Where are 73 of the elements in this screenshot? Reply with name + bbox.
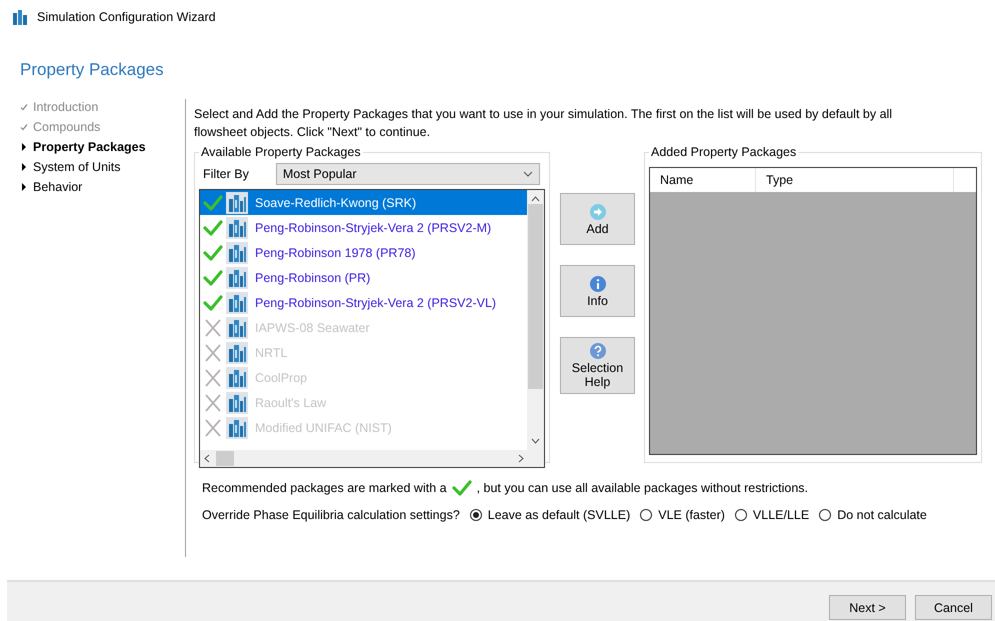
filter-label: Filter By xyxy=(203,167,249,181)
radio-circle[interactable] xyxy=(734,509,747,521)
scroll-thumb[interactable] xyxy=(216,451,234,466)
note-text: , but you can use all available packages without restrictions. xyxy=(476,481,808,495)
vertical-scrollbar[interactable] xyxy=(527,190,544,450)
triangle-icon xyxy=(20,143,28,151)
radio-button[interactable]: VLE (faster) xyxy=(640,508,725,522)
cross-icon xyxy=(203,344,223,362)
caret-icon xyxy=(522,171,533,177)
wizard-step[interactable]: Property Packages xyxy=(20,139,185,155)
add-button[interactable]: Add xyxy=(560,193,635,245)
radio-button[interactable]: Leave as default (SVLLE) xyxy=(470,508,630,522)
filter-dropdown[interactable]: Most Popular xyxy=(276,163,540,185)
group-label: Added Property Packages xyxy=(650,145,798,159)
column-header[interactable]: Name xyxy=(650,168,756,192)
caret-up-icon[interactable] xyxy=(531,196,540,202)
option-label: Override Phase Equilibria calculation settings? xyxy=(202,508,460,522)
description-text: Select and Add the Property Packages that you want to use in your simulation. The first on the list will be used by default by all flowsheet objects. Click "Next" to continue. xyxy=(194,106,894,141)
tower-icon xyxy=(226,266,248,288)
help-icon xyxy=(588,342,606,360)
caret-down-icon[interactable] xyxy=(531,438,540,444)
check-icon xyxy=(203,194,223,212)
package-row[interactable]: Peng-Robinson-Stryjek-Vera 2 (PRSV2-M) xyxy=(200,215,527,240)
cross-icon xyxy=(203,318,223,336)
check-icon xyxy=(20,103,28,111)
column-header[interactable]: Type xyxy=(756,168,954,192)
package-row[interactable]: Soave-Redlich-Kwong (SRK) xyxy=(200,190,527,215)
info-icon xyxy=(588,274,606,292)
cross-icon xyxy=(203,368,223,386)
info-button[interactable]: Info xyxy=(560,265,635,317)
footer-button[interactable]: Cancel xyxy=(915,595,992,620)
tower-icon xyxy=(226,316,248,338)
app-icon xyxy=(12,9,28,25)
check-icon xyxy=(452,479,472,497)
triangle-icon xyxy=(20,183,28,191)
radio-circle[interactable] xyxy=(640,509,652,521)
package-row[interactable]: Peng-Robinson-Stryjek-Vera 2 (PRSV2-VL) xyxy=(200,290,527,315)
check-icon xyxy=(203,244,223,262)
package-row[interactable]: Peng-Robinson (PR) xyxy=(200,265,527,290)
group-label: Available Property Packages xyxy=(200,145,362,159)
page-heading: Property Packages xyxy=(20,60,165,80)
footer-button[interactable]: Next > xyxy=(829,595,906,620)
radio-circle[interactable] xyxy=(470,509,482,521)
tower-icon xyxy=(226,216,248,238)
cross-icon xyxy=(203,394,223,412)
caret-right-icon[interactable] xyxy=(518,454,524,463)
radio-button[interactable]: VLLE/LLE xyxy=(734,508,810,522)
help-button[interactable]: Selection Help xyxy=(560,337,635,394)
tower-icon xyxy=(226,192,248,214)
tower-icon xyxy=(226,416,248,438)
package-row[interactable]: Peng-Robinson 1978 (PR78) xyxy=(200,240,527,265)
tower-icon xyxy=(226,342,248,364)
tower-icon xyxy=(226,392,248,414)
wizard-step[interactable]: System of Units xyxy=(20,159,185,175)
radio-circle[interactable] xyxy=(819,509,832,521)
horizontal-scrollbar[interactable] xyxy=(200,450,544,467)
check-icon xyxy=(203,218,223,236)
package-list[interactable] xyxy=(199,189,545,468)
caret-left-icon[interactable] xyxy=(204,454,210,463)
added-packages-table[interactable]: Name Type xyxy=(649,167,977,455)
triangle-icon xyxy=(20,163,28,171)
check-icon xyxy=(203,268,223,286)
radio-button[interactable]: Do not calculate xyxy=(819,508,927,522)
check-icon xyxy=(20,123,28,131)
tower-icon xyxy=(226,292,248,314)
tower-icon xyxy=(226,366,248,388)
scroll-thumb[interactable] xyxy=(528,204,543,389)
note-text: Recommended packages are marked with a xyxy=(202,481,447,495)
window-title: Simulation Configuration Wizard xyxy=(37,10,216,24)
cross-icon xyxy=(203,418,223,436)
tower-icon xyxy=(226,242,248,264)
wizard-step[interactable]: Behavior xyxy=(20,179,185,195)
check-icon xyxy=(203,294,223,312)
